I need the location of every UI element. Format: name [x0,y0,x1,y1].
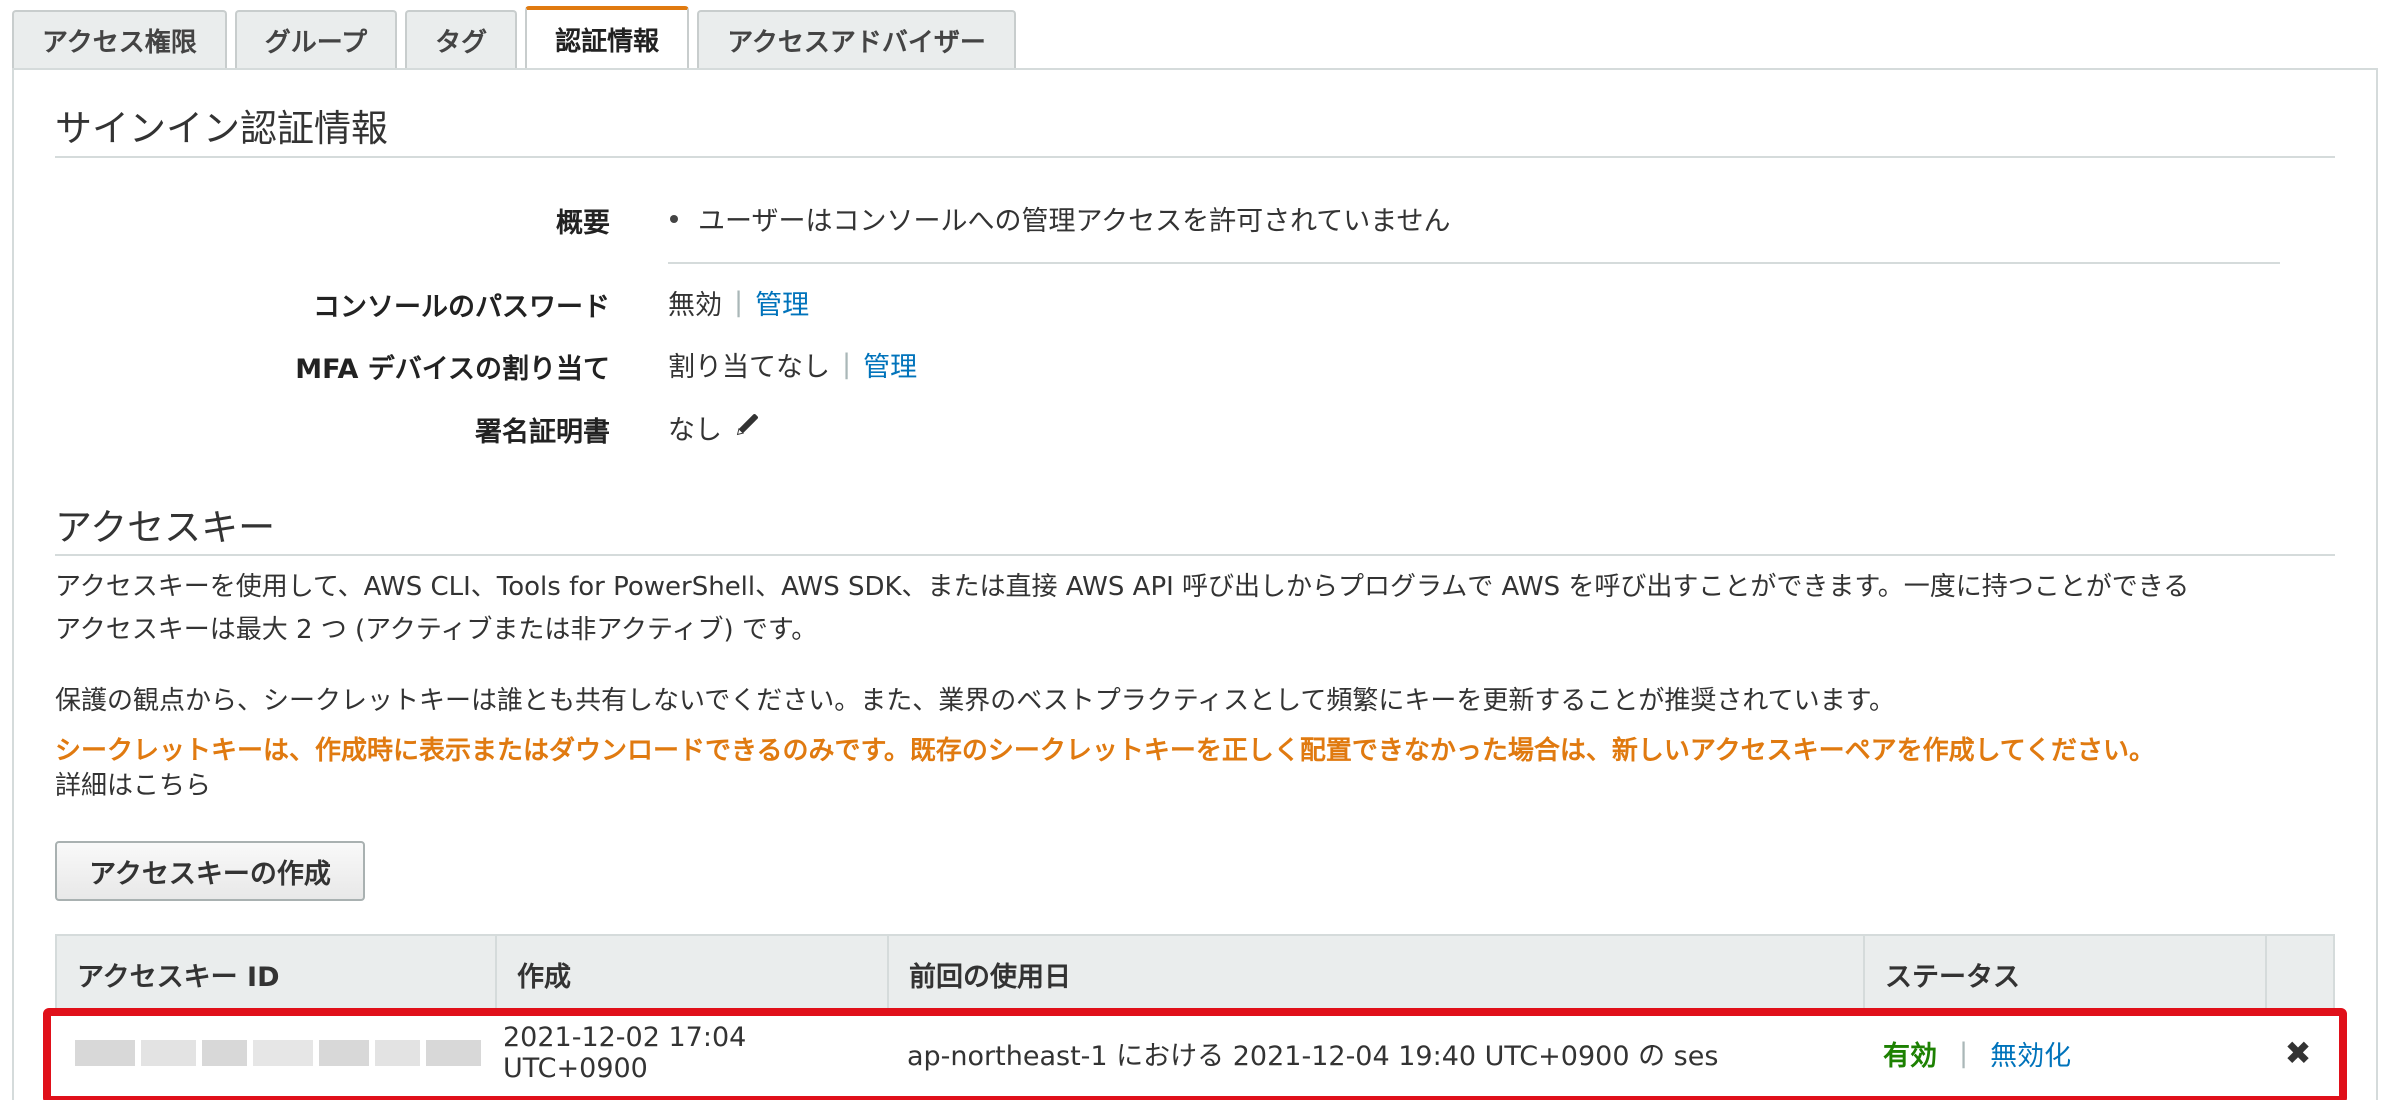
tab-access-advisor[interactable]: アクセスアドバイザー [697,10,1016,68]
summary-divider [668,262,2280,264]
separator: | [1959,1037,1969,1069]
console-password-value: 無効 | 管理 [668,283,809,322]
learn-more-link[interactable]: 詳細はこちら [55,765,211,808]
signing-certificate-label: 署名証明書 [475,417,610,448]
signin-credentials-title: サインイン認証情報 [55,107,388,150]
access-keys-description: アクセスキーを使用して、AWS CLI、Tools for PowerShell… [55,566,2345,652]
tab-tags[interactable]: タグ [405,10,518,68]
summary-label: 概要 [556,208,610,239]
pencil-icon[interactable] [734,410,762,445]
status-badge: 有効 [1883,1040,1937,1072]
console-password-manage-link[interactable]: 管理 [755,283,809,322]
masked-access-key-id [75,1040,481,1066]
mfa-label: MFA デバイスの割り当て [295,354,610,385]
separator: | [842,349,852,380]
tab-bar: アクセス権限 グループ タグ 認証情報 アクセスアドバイザー [12,6,1024,68]
bullet-icon [670,214,678,223]
tab-security-credentials[interactable]: 認証情報 [525,6,690,68]
column-header-status[interactable]: ステータス [1865,936,2267,1012]
delete-cell: ✖ [2265,1034,2331,1072]
access-keys-description-line1: アクセスキーを使用して、AWS CLI、Tools for PowerShell… [55,572,2190,602]
section-divider [55,554,2335,556]
access-keys-title: アクセスキー [55,506,276,549]
section-divider [55,156,2335,158]
mfa-value: 割り当てなし | 管理 [668,345,917,384]
access-keys-description-line2: アクセスキーは最大 2 つ (アクティブまたは非アクティブ) です。 [55,615,818,645]
column-header-key-id[interactable]: アクセスキー ID [57,936,497,1012]
separator: | [734,287,744,318]
column-header-created[interactable]: 作成 [497,936,889,1012]
column-header-actions [2267,936,2333,1012]
console-password-label: コンソールのパスワード [313,292,610,323]
mfa-status: 割り当てなし [668,352,830,383]
close-icon[interactable]: ✖ [2285,1034,2312,1072]
mfa-manage-link[interactable]: 管理 [863,345,917,384]
create-access-key-button[interactable]: アクセスキーの作成 [55,841,365,901]
last-used-cell: ap-northeast-1 における 2021-12-04 19:40 UTC… [907,1040,1719,1072]
security-note: 保護の観点から、シークレットキーは誰とも共有しないでください。また、業界のベスト… [55,686,1896,716]
summary-value: ユーザーはコンソールへの管理アクセスを許可されていません [668,199,1451,238]
signing-certificate-status: なし [668,415,722,446]
access-key-id-cell [55,1040,495,1066]
summary-text: ユーザーはコンソールへの管理アクセスを許可されていません [698,206,1451,237]
tab-permissions[interactable]: アクセス権限 [12,10,227,68]
status-cell: 有効 | 無効化 [1863,1034,2265,1073]
column-header-last-used[interactable]: 前回の使用日 [889,936,1865,1012]
tab-groups[interactable]: グループ [234,10,398,68]
table-row: 2021-12-02 17:04 UTC+0900 ap-northeast-1… [55,1018,2335,1088]
table-header: アクセスキー ID 作成 前回の使用日 ステータス [55,934,2335,1014]
console-password-status: 無効 [668,290,722,321]
signing-certificate-value: なし [668,408,762,447]
secret-key-warning: シークレットキーは、作成時に表示またはダウンロードできるのみです。既存のシークレ… [55,736,2156,766]
access-keys-table: アクセスキー ID 作成 前回の使用日 ステータス [43,934,2347,1100]
created-cell: 2021-12-02 17:04 UTC+0900 [503,1022,747,1084]
deactivate-link[interactable]: 無効化 [1990,1034,2071,1073]
